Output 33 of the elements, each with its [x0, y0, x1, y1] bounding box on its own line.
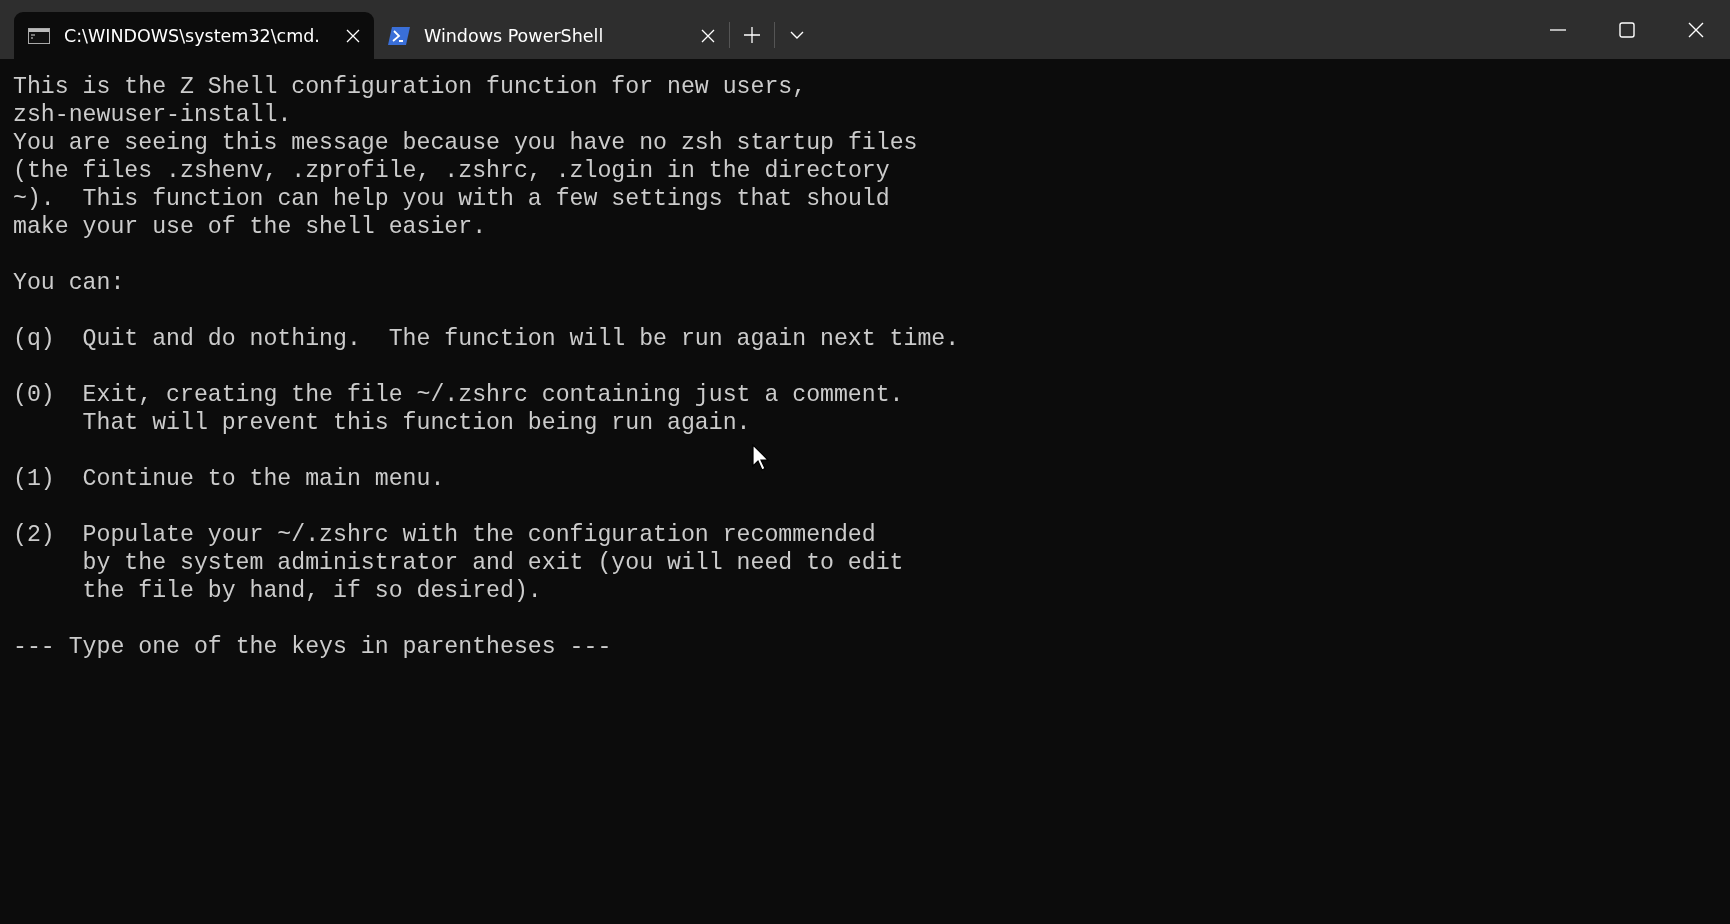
terminal-line: That will prevent this function being run again.	[82, 409, 751, 437]
mouse-pointer-icon	[752, 444, 770, 471]
terminal-line: You can:	[13, 269, 125, 297]
terminal-line: make your use of the shell easier.	[13, 213, 487, 241]
terminal-line: --- Type one of the keys in parentheses ---	[13, 633, 612, 661]
close-icon[interactable]	[701, 28, 715, 43]
terminal-line: the file by hand, if so desired).	[82, 577, 542, 605]
terminal-line: You are seeing this message because you have no zsh startup files	[13, 129, 918, 157]
minimize-icon	[1549, 28, 1566, 31]
plus-icon	[744, 27, 760, 43]
terminal-line: by the system administrator and exit (you will need to edit	[82, 549, 904, 577]
chevron-down-icon	[790, 31, 804, 39]
option-key: (1)	[13, 465, 55, 493]
option-key: (2)	[13, 521, 55, 605]
close-icon[interactable]	[346, 28, 360, 43]
terminal-line: Exit, creating the file ~/.zshrc containing just a comment.	[82, 381, 904, 409]
terminal-line: Populate your ~/.zshrc with the configuration recommended	[82, 521, 876, 549]
terminal-line: This is the Z Shell configuration function for new users,	[13, 73, 807, 101]
terminal-line: ~). This function can help you with a few settings that should	[13, 185, 890, 213]
terminal-line: zsh-newuser-install.	[13, 101, 292, 129]
maximize-icon	[1618, 21, 1635, 38]
tab[interactable]: Windows PowerShell	[374, 12, 729, 59]
terminal-line: (the files .zshenv, .zprofile, .zshrc, .zlogin in the directory	[13, 157, 890, 185]
option-key: (0)	[13, 381, 55, 437]
tab[interactable]: C:\WINDOWS\system32\cmd.	[14, 12, 374, 59]
close-icon	[1687, 21, 1704, 38]
powershell-icon	[388, 26, 410, 45]
terminal-line: Quit and do nothing. The function will be run again next time.	[82, 325, 960, 353]
terminal-icon	[28, 27, 50, 44]
tab-title: Windows PowerShell	[424, 25, 605, 46]
option-key: (q)	[13, 325, 55, 353]
terminal-line: Continue to the main menu.	[82, 465, 445, 493]
tab-title: C:\WINDOWS\system32\cmd.	[64, 25, 321, 46]
